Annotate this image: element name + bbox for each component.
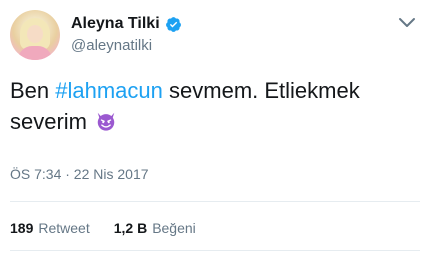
tweet-text: Ben #lahmacun sevmem. Etliekmek severim xyxy=(10,75,420,137)
tweet-header: Aleyna Tilki @aleynatilki xyxy=(10,10,420,60)
divider xyxy=(10,201,420,202)
tweet-card: Aleyna Tilki @aleynatilki Ben #lahmacun … xyxy=(0,0,430,258)
author-name-row: Aleyna Tilki xyxy=(71,14,182,34)
like-stat[interactable]: 1,2 B Beğeni xyxy=(114,220,196,236)
retweet-count: 189 xyxy=(10,220,34,236)
hashtag-link[interactable]: #lahmacun xyxy=(55,78,163,103)
retweet-label: Retweet xyxy=(38,220,90,236)
author-display-name[interactable]: Aleyna Tilki xyxy=(71,15,160,33)
tweet-text-before: Ben xyxy=(10,78,56,103)
like-label: Beğeni xyxy=(152,220,196,236)
tweet-timestamp[interactable]: ÖS 7:34 · 22 Nis 2017 xyxy=(10,166,149,182)
verified-badge-icon xyxy=(165,16,182,33)
author-handle[interactable]: @aleynatilki xyxy=(71,37,152,54)
divider xyxy=(10,250,420,251)
chevron-down-icon[interactable] xyxy=(398,16,416,30)
avatar[interactable] xyxy=(10,10,60,60)
retweet-stat[interactable]: 189 Retweet xyxy=(10,220,90,236)
like-count: 1,2 B xyxy=(113,220,148,236)
avatar-face xyxy=(27,25,43,43)
smiling-devil-icon xyxy=(95,109,117,131)
tweet-stats: 189 Retweet 1,2 B Beğeni xyxy=(10,220,196,236)
